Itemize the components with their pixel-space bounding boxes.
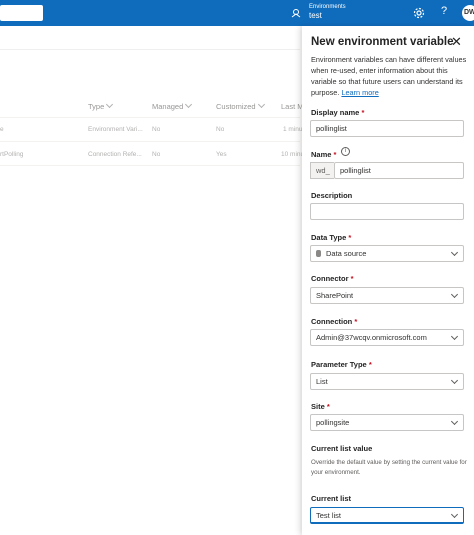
current-list-dropdown[interactable]: Test list — [310, 507, 464, 524]
avatar[interactable]: DW — [462, 5, 474, 21]
site-label: Site * — [311, 402, 330, 411]
help-icon[interactable]: ? — [441, 5, 447, 17]
environment-label: Environments — [309, 4, 346, 10]
top-bar: Environments test ? DW — [0, 0, 474, 26]
environment-name[interactable]: test — [309, 11, 322, 20]
parameter-type-dropdown[interactable]: List — [310, 373, 464, 390]
data-type-dropdown[interactable]: Data source — [310, 245, 464, 262]
name-label: Name * — [311, 150, 337, 159]
description-input[interactable] — [310, 203, 464, 220]
data-source-icon — [316, 249, 321, 257]
display-name-input[interactable]: pollinglist — [310, 120, 464, 137]
current-list-value-hint: Override the default value by setting th… — [311, 459, 467, 476]
current-list-label: Current list — [311, 494, 352, 503]
new-environment-variable-panel: New environment variable ✕ Environment v… — [302, 26, 474, 535]
panel-description: Environment variables can have different… — [311, 55, 467, 97]
search-box[interactable] — [0, 5, 43, 21]
gear-icon[interactable] — [413, 7, 425, 19]
data-type-label: Data Type * — [311, 233, 352, 242]
close-icon[interactable]: ✕ — [451, 34, 462, 50]
connector-dropdown[interactable]: SharePoint — [310, 287, 464, 304]
current-list-value-heading: Current list value — [311, 444, 373, 453]
environment-icon[interactable] — [291, 8, 301, 18]
name-prefix: wd_ — [310, 162, 334, 179]
site-dropdown[interactable]: pollingsite — [310, 414, 464, 431]
learn-more-link[interactable]: Learn more — [341, 88, 378, 97]
description-label: Description — [311, 191, 353, 200]
connector-label: Connector * — [311, 274, 354, 283]
info-icon[interactable]: i — [341, 147, 350, 156]
display-name-label: Display name * — [311, 108, 365, 117]
modal-overlay — [0, 26, 302, 535]
connection-label: Connection * — [311, 317, 358, 326]
name-input[interactable]: pollinglist — [334, 162, 464, 179]
panel-title: New environment variable — [311, 36, 454, 48]
parameter-type-label: Parameter Type * — [311, 360, 372, 369]
connection-dropdown[interactable]: Admin@37wcqv.onmicrosoft.com — [310, 329, 464, 346]
